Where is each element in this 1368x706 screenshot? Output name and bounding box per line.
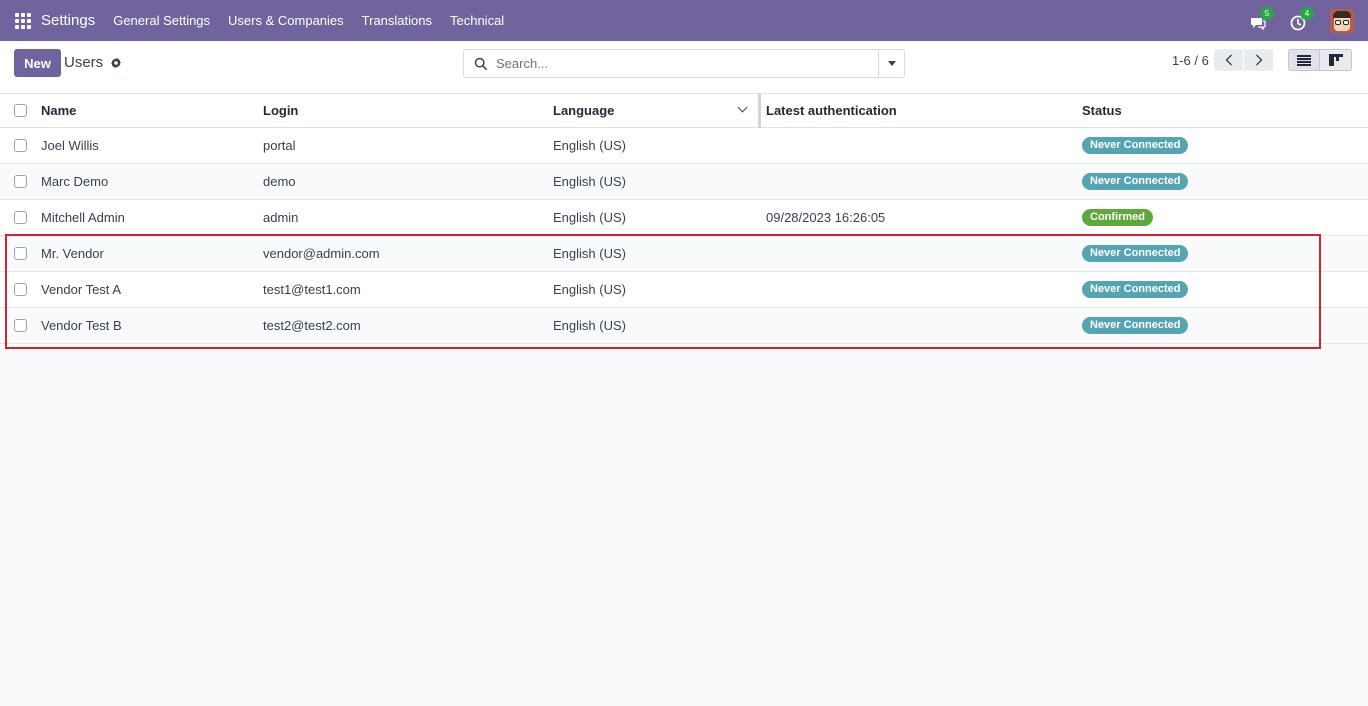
cell-name: Vendor Test B	[41, 318, 122, 333]
cell-login: admin	[263, 210, 299, 225]
activities-count-badge: 4	[1300, 6, 1314, 20]
cell-name: Vendor Test A	[41, 282, 121, 297]
table-row[interactable]: Marc Demo demo English (US) Never Connected	[0, 164, 1368, 200]
status-badge: Never Connected	[1082, 281, 1189, 298]
pager-value[interactable]: 1-6 / 6	[1172, 53, 1209, 68]
activities-button[interactable]: 4	[1290, 6, 1314, 30]
list-icon	[1297, 54, 1311, 66]
status-badge: Never Connected	[1082, 173, 1189, 190]
chevron-left-icon	[1225, 54, 1232, 66]
cell-language: English (US)	[553, 246, 626, 261]
cell-language: English (US)	[553, 138, 626, 153]
row-checkbox[interactable]	[14, 283, 27, 296]
control-panel: New Users 1-6 / 6	[0, 41, 1368, 94]
chevron-down-icon[interactable]	[737, 102, 748, 113]
column-header-latest-authentication[interactable]: Latest authentication	[766, 94, 897, 127]
search-icon	[474, 57, 488, 70]
new-button[interactable]: New	[14, 49, 61, 77]
menu-general-settings[interactable]: General Settings	[113, 13, 210, 28]
caret-down-icon	[887, 61, 896, 66]
search-bar	[463, 49, 905, 78]
cell-language: English (US)	[553, 210, 626, 225]
table-header: Name Login Language Latest authenticatio…	[0, 94, 1368, 128]
row-checkbox[interactable]	[14, 139, 27, 152]
column-header-login[interactable]: Login	[263, 94, 298, 127]
cell-name: Joel Willis	[41, 138, 99, 153]
cell-name: Marc Demo	[41, 174, 109, 189]
pager-next-button[interactable]	[1244, 49, 1273, 71]
app-title[interactable]: Settings	[41, 12, 95, 29]
table-row[interactable]: Vendor Test B test2@test2.com English (US)…	[0, 308, 1368, 344]
top-navbar: Settings General Settings Users & Compan…	[0, 0, 1368, 41]
cell-name: Mitchell Admin	[41, 210, 125, 225]
row-checkbox[interactable]	[14, 211, 27, 224]
gear-icon[interactable]	[110, 57, 122, 69]
pager-previous-button[interactable]	[1214, 49, 1243, 71]
search-options-toggle[interactable]	[878, 50, 904, 77]
kanban-view-button[interactable]	[1320, 49, 1352, 71]
users-list: Name Login Language Latest authenticatio…	[0, 94, 1368, 344]
table-row[interactable]: Vendor Test A test1@test1.com English (US)…	[0, 272, 1368, 308]
menu-translations[interactable]: Translations	[362, 13, 432, 28]
cell-name: Mr. Vendor	[41, 246, 104, 261]
status-badge: Never Connected	[1082, 245, 1189, 262]
table-row[interactable]: Joel Willis portal English (US) Never Conne…	[0, 128, 1368, 164]
column-header-status[interactable]: Status	[1082, 94, 1122, 127]
status-badge: Never Connected	[1082, 317, 1189, 334]
table-row[interactable]: Mr. Vendor vendor@admin.com English (US) Ne…	[0, 236, 1368, 272]
breadcrumb-title: Users	[64, 54, 104, 71]
select-all-checkbox[interactable]	[14, 104, 27, 117]
row-checkbox[interactable]	[14, 319, 27, 332]
cell-language: English (US)	[553, 318, 626, 333]
row-checkbox[interactable]	[14, 247, 27, 260]
cell-login: demo	[263, 174, 296, 189]
list-view-button[interactable]	[1288, 49, 1320, 71]
row-checkbox[interactable]	[14, 175, 27, 188]
cell-login: portal	[263, 138, 296, 153]
status-badge: Confirmed	[1082, 209, 1153, 226]
kanban-icon	[1328, 54, 1343, 66]
status-badge: Never Connected	[1082, 137, 1189, 154]
apps-menu-icon[interactable]	[15, 12, 31, 29]
user-avatar[interactable]	[1330, 8, 1354, 33]
cell-latest-authentication: 09/28/2023 16:26:05	[766, 210, 886, 225]
cell-login: vendor@admin.com	[263, 246, 380, 261]
column-header-name[interactable]: Name	[41, 94, 76, 127]
menu-users-companies[interactable]: Users & Companies	[228, 13, 344, 28]
column-header-language[interactable]: Language	[553, 94, 614, 127]
search-input[interactable]	[496, 56, 876, 71]
cell-language: English (US)	[553, 174, 626, 189]
messages-count-badge: 5	[1260, 6, 1274, 20]
chevron-right-icon	[1255, 54, 1262, 66]
table-row[interactable]: Mitchell Admin admin English (US) 09/28/202…	[0, 200, 1368, 236]
menu-technical[interactable]: Technical	[450, 13, 504, 28]
cell-login: test2@test2.com	[263, 318, 361, 333]
messages-button[interactable]: 5	[1250, 6, 1274, 30]
column-resize-handle[interactable]	[758, 94, 761, 128]
cell-login: test1@test1.com	[263, 282, 361, 297]
cell-language: English (US)	[553, 282, 626, 297]
breadcrumb: Users	[64, 54, 122, 71]
